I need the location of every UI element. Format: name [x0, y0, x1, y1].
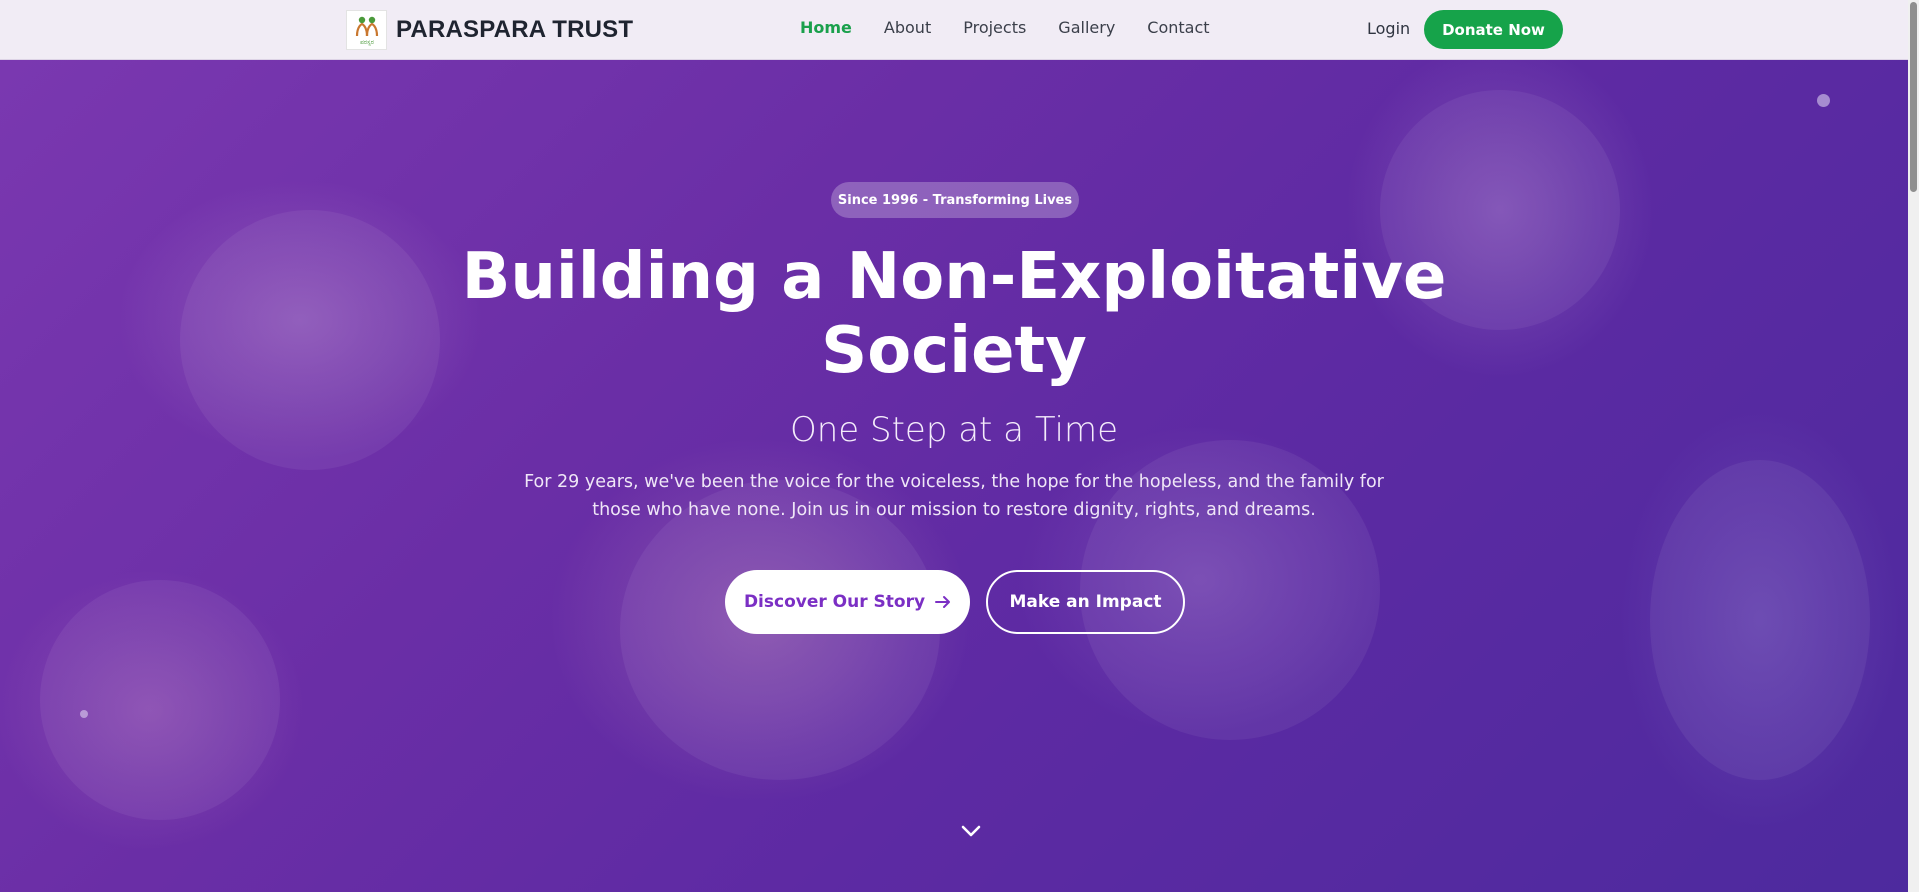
background-photo-blob: [180, 210, 440, 470]
brand[interactable]: ಪರಸ್ಪರ PARASPARA TRUST: [346, 10, 633, 50]
background-photo-blob: [1650, 460, 1870, 780]
brand-name[interactable]: PARASPARA TRUST: [396, 16, 633, 44]
hero-subheadline: One Step at a Time: [789, 410, 1119, 450]
make-an-impact-button[interactable]: Make an Impact: [986, 570, 1185, 634]
login-link[interactable]: Login: [1367, 19, 1410, 38]
page-scrollbar[interactable]: [1908, 0, 1919, 892]
description-line-1: For 29 years, we've been the voice for t…: [524, 472, 1384, 492]
discover-our-story-button[interactable]: Discover Our Story: [725, 570, 970, 634]
nav-item-about[interactable]: About: [884, 18, 931, 37]
hero-section: Since 1996 - Transforming Lives Building…: [0, 60, 1908, 892]
decorative-dot: [1817, 94, 1830, 107]
paraspara-logo[interactable]: ಪರಸ್ಪರ: [346, 10, 387, 50]
nav-item-projects[interactable]: Projects: [963, 18, 1026, 37]
hero-description: For 29 years, we've been the voice for t…: [514, 468, 1394, 524]
decorative-dot: [80, 710, 88, 718]
description-line-2: those who have none. Join us in our miss…: [592, 500, 1316, 520]
arrow-right-icon: [935, 596, 951, 608]
headline-line-1: Building a Non-Exploitative: [461, 240, 1447, 314]
site-header: ಪರಸ್ಪರ PARASPARA TRUST Home About Projec…: [0, 0, 1919, 60]
main-nav: Home About Projects Gallery Contact: [800, 18, 1210, 37]
svg-text:ಪರಸ್ಪರ: ಪರಸ್ಪರ: [360, 39, 374, 46]
nav-item-gallery[interactable]: Gallery: [1058, 18, 1115, 37]
nav-item-home[interactable]: Home: [800, 18, 852, 37]
headline-line-2: Society: [821, 314, 1087, 388]
chevron-down-icon[interactable]: [960, 823, 982, 839]
discover-button-label: Discover Our Story: [743, 592, 926, 612]
donate-now-button[interactable]: Donate Now: [1424, 10, 1563, 49]
nav-item-contact[interactable]: Contact: [1147, 18, 1209, 37]
background-photo-blob: [40, 580, 280, 820]
since-badge: Since 1996 - Transforming Lives: [831, 182, 1079, 218]
hero-headline: Building a Non-Exploitative Society: [404, 240, 1504, 388]
scrollbar-thumb[interactable]: [1910, 2, 1917, 192]
